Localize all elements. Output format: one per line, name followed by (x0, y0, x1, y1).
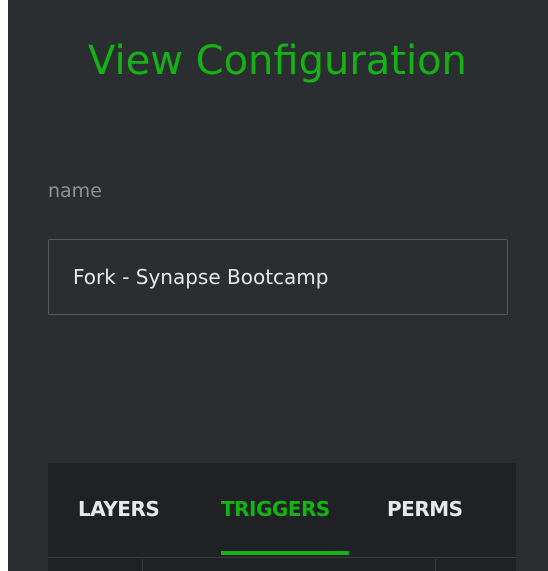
view-configuration-panel: View Configuration name LAYERS TRIGGERS … (8, 0, 548, 571)
tab-perms[interactable]: PERMS (387, 497, 463, 521)
active-tab-indicator (221, 551, 349, 555)
name-label: name (48, 180, 102, 202)
tab-bar-divider (48, 557, 516, 558)
tab-bar: LAYERS TRIGGERS PERMS (48, 463, 516, 559)
column-separator (142, 559, 143, 571)
tab-layers[interactable]: LAYERS (78, 497, 160, 521)
tab-triggers[interactable]: TRIGGERS (221, 497, 330, 521)
page-title: View Configuration (88, 38, 467, 84)
column-separator (435, 559, 436, 571)
tabs-card: LAYERS TRIGGERS PERMS (48, 463, 516, 571)
name-input[interactable] (48, 239, 508, 315)
